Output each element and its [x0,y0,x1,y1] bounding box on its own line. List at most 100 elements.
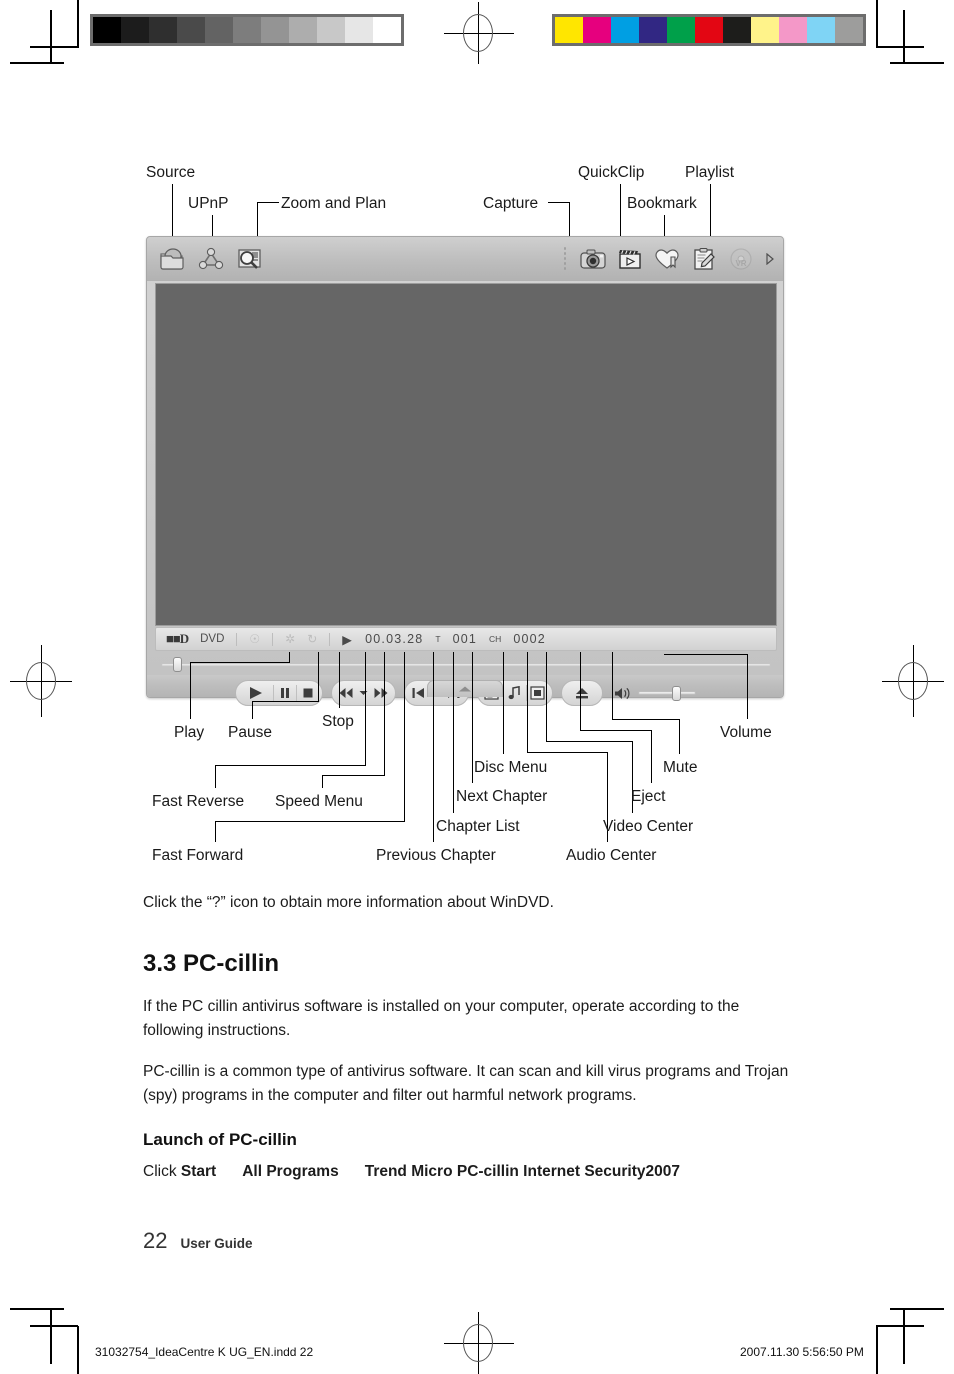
leader-audio-h [527,752,608,754]
crop-mark-tl-h [10,62,64,64]
panel-expander-tab[interactable] [427,680,503,697]
more-arrow-icon[interactable] [763,244,777,274]
title-number: 001 [452,632,478,646]
step-start[interactable]: Start [181,1163,216,1180]
callout-speed-menu: Speed Menu [275,793,363,810]
leader-mute-v1 [679,720,681,754]
toolbar-grip-dots [563,246,567,272]
leader-bookmark [664,215,666,236]
callout-source: Source [146,164,196,181]
color-swatch [639,17,667,43]
callout-video-center: Video Center [603,818,694,835]
crop-mark-tl2-h [30,46,78,48]
title-prefix-label: T [435,634,441,644]
seek-bar[interactable] [155,655,777,673]
status-divider-3 [329,632,331,646]
fast-reverse-button[interactable] [335,682,357,704]
subtitle-icon: ✲ [285,632,296,646]
crop-mark-br2-h [876,1325,924,1327]
leader-pause-v [252,702,254,719]
callout-play: Play [174,724,205,741]
playlist-icon[interactable] [689,244,719,274]
chapter-number: 0002 [513,632,546,646]
callout-disc-menu: Disc Menu [474,759,548,776]
leader-source [172,184,174,236]
color-swatch [345,17,373,43]
color-swatch [317,17,345,43]
vr-disc-icon: VR [726,244,756,274]
callout-mute: Mute [663,759,698,776]
status-divider-1 [236,632,238,646]
crop-mark-bl2-v [77,1326,79,1374]
leader-volume-v1 [747,655,749,719]
seek-track[interactable] [161,663,771,667]
angle-icon: ☉ [249,632,261,646]
color-swatch [751,17,779,43]
zoom-and-plan-icon[interactable] [235,244,265,274]
audio-center-button[interactable] [504,682,526,704]
video-display-area[interactable] [155,283,777,626]
guide-label: User Guide [180,1236,253,1251]
seek-thumb[interactable] [173,657,182,672]
callout-previous-chapter: Previous Chapter [376,847,496,864]
eject-group [560,680,603,706]
volume-slider[interactable] [637,686,696,701]
click-prefix: Click [143,1163,181,1180]
chapter-prefix-label: CH [489,634,502,644]
quickclip-icon[interactable] [615,244,645,274]
time-display: 00.03.28 [365,632,424,646]
volume-group [611,682,696,704]
leader-mute-v2 [612,652,614,719]
windvd-player-window[interactable]: VR ■■D DVD ☉ ✲ ↻ ▶ 00.03.28 T 001 CH 000… [146,236,784,706]
crop-mark-tl2-v [77,0,79,48]
bookmark-icon[interactable] [652,244,682,274]
callout-stop: Stop [322,713,354,730]
color-swatch [205,17,233,43]
color-swatch [779,17,807,43]
page-folio: 22 User Guide [143,1228,253,1254]
leader-video-v2 [546,652,548,741]
mute-button[interactable] [611,682,633,704]
leader-zoom-v [257,202,259,236]
upnp-icon[interactable] [196,244,226,274]
color-swatch [723,17,751,43]
callout-capture: Capture [483,195,539,212]
leader-speed-v1 [322,776,324,788]
volume-thumb[interactable] [672,686,682,701]
leader-speed-h [322,775,385,777]
color-swatch [233,17,261,43]
color-swatch [121,17,149,43]
color-swatch [177,17,205,43]
color-swatch [835,17,863,43]
step-trend-micro[interactable]: Trend Micro PC-cillin Internet Security2… [365,1163,680,1180]
callout-audio-center: Audio Center [566,847,657,864]
speed-menu-button[interactable] [357,690,370,696]
leader-speed-v2 [384,652,386,775]
color-swatch [93,17,121,43]
crop-mark-tr2-v [876,0,878,48]
player-toolbar: VR [147,237,783,281]
leader-play-v1 [190,663,192,719]
step-all-programs[interactable]: All Programs [242,1163,338,1180]
callout-zoom-and-plan: Zoom and Plan [281,195,387,212]
leader-capture-h [548,202,570,204]
callout-pause: Pause [228,724,272,741]
crop-mark-bl2-h [30,1325,78,1327]
leader-volume-h [664,654,748,656]
leader-fastfwd-v1 [215,822,217,842]
leader-fastrev-h [215,765,366,767]
grayscale-color-bar [90,14,404,46]
source-icon[interactable] [157,244,187,274]
paragraph-1: If the PC cillin antivirus software is i… [143,998,740,1039]
leader-playlist [710,184,712,236]
crop-mark-br2-v [876,1326,878,1374]
paragraph-2: PC-cillin is a common type of antivirus … [143,1063,789,1104]
capture-icon[interactable] [578,244,608,274]
fast-forward-button[interactable] [370,682,392,704]
leader-chaplist-v [453,652,455,813]
leader-pause-h [252,701,319,703]
section-heading: 3.3 PC-cillin [143,950,280,977]
eject-button[interactable] [565,682,599,704]
playback-state-icon: ▶ [342,632,354,647]
page-number: 22 [143,1228,168,1253]
